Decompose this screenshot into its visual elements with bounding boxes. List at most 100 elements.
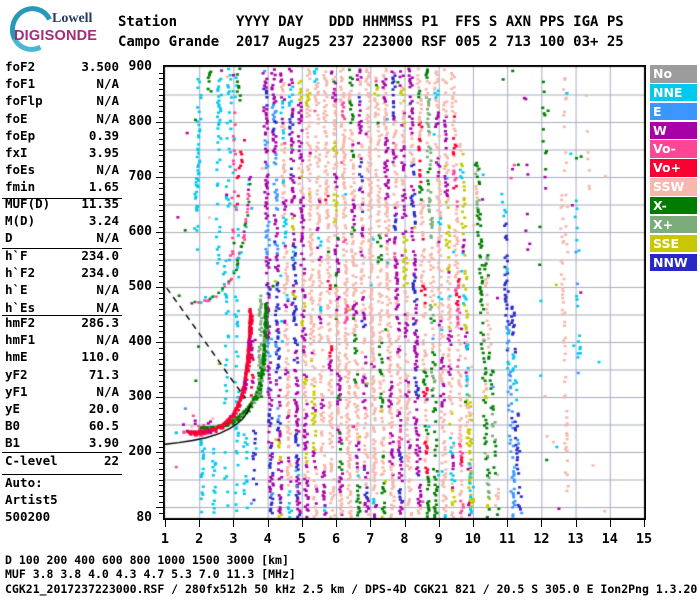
- y-axis-tick: [159, 204, 163, 206]
- param-label: foFlp: [5, 93, 43, 109]
- y-axis-tick: [159, 160, 163, 162]
- x-axis-label-5: 5: [297, 531, 306, 547]
- y-axis-tick: [159, 78, 163, 79]
- y-axis-tick: [159, 210, 163, 211]
- param-row-hmE: hmE 110.0: [5, 349, 119, 364]
- param-row-hmF1: hmF1 N/A: [5, 332, 119, 347]
- y-axis-tick: [159, 463, 163, 464]
- y-axis-tick: [159, 171, 163, 173]
- y-axis-tick: [159, 457, 163, 459]
- param-label: fmin: [5, 179, 36, 195]
- y-axis-tick: [159, 430, 163, 431]
- y-axis-tick: [159, 243, 163, 244]
- y-axis-tick: [159, 314, 163, 316]
- param-label: D: [5, 230, 13, 246]
- param-label: Artist5: [5, 492, 58, 508]
- y-axis-tick: [159, 237, 163, 239]
- y-axis-tick: [159, 199, 163, 200]
- param-row-Clevel: C-level 22: [5, 453, 119, 468]
- param-label: yF2: [5, 366, 28, 382]
- x-axis-label-8: 8: [400, 531, 409, 547]
- x-axis-label-7: 7: [366, 531, 375, 547]
- param-row-hE: h`E N/A: [5, 282, 119, 297]
- param-row-hF: h`F 234.0: [5, 248, 119, 263]
- param-label: h`F2: [5, 265, 36, 281]
- param-row-D: D N/A: [5, 230, 119, 245]
- param-row-B1: B1 3.90: [5, 435, 119, 450]
- y-axis-tick: [159, 111, 163, 112]
- y-axis-tick: [159, 419, 163, 420]
- digisonde-ionogram-screen: Lowell DIGISONDE Station YYYY DAY DDD HH…: [0, 0, 700, 600]
- y-axis-tick: [159, 490, 163, 492]
- panel-separator: [2, 314, 122, 316]
- y-axis-tick: [159, 281, 163, 283]
- param-row-Artist5: Artist5: [5, 492, 119, 507]
- legend-item-nnw: NNW: [650, 253, 697, 271]
- param-label: fxI: [5, 145, 28, 160]
- y-axis-tick: [159, 166, 163, 167]
- param-label: hmE: [5, 349, 28, 365]
- param-row-foFlp: foFlp N/A: [5, 93, 119, 108]
- y-axis-tick: [159, 144, 163, 145]
- param-label: C-level: [5, 453, 58, 468]
- x-axis-tick: [301, 520, 303, 527]
- param-value: 110.0: [81, 349, 119, 365]
- y-axis-tick: [159, 474, 163, 475]
- param-value: 3.95: [88, 145, 119, 160]
- x-axis-tick: [199, 520, 201, 527]
- y-axis-tick: [159, 149, 163, 151]
- param-value: 60.5: [88, 418, 119, 434]
- param-label: hmF2: [5, 315, 36, 330]
- param-label: foEp: [5, 127, 36, 143]
- param-value: N/A: [96, 93, 119, 109]
- param-row-MD: M(D) 3.24: [5, 213, 119, 228]
- param-row-yF1: yF1 N/A: [5, 384, 119, 399]
- param-label: foE: [5, 110, 28, 126]
- param-row-yE: yE 20.0: [5, 401, 119, 416]
- param-label: h`E: [5, 282, 28, 298]
- param-value: 0.39: [88, 127, 119, 143]
- param-row-B0: B0 60.5: [5, 418, 119, 433]
- x-axis-label-4: 4: [263, 531, 272, 547]
- legend-item-vo: Vo+: [650, 159, 697, 177]
- param-value: 234.0: [81, 265, 119, 281]
- y-axis-tick: [159, 221, 163, 222]
- y-axis-tick: [159, 358, 163, 360]
- y-axis-label-500: 500: [128, 279, 152, 294]
- y-axis-tick: [159, 138, 163, 140]
- x-axis-tick: [609, 520, 611, 527]
- y-axis-label-600: 600: [128, 224, 152, 239]
- header-column-titles: Station YYYY DAY DDD HHMMSS P1 FFS S AXN…: [118, 14, 624, 30]
- param-label: foF2: [5, 59, 36, 74]
- param-value: N/A: [96, 76, 119, 92]
- param-row-fmin: fmin 1.65: [5, 179, 119, 194]
- x-axis-tick: [438, 520, 440, 527]
- y-axis-tick: [159, 413, 163, 415]
- y-axis-tick: [159, 336, 163, 338]
- x-axis-label-2: 2: [195, 531, 204, 547]
- y-axis-tick: [159, 270, 163, 272]
- legend-item-sse: SSE: [650, 234, 697, 253]
- panel-separator: [2, 247, 122, 249]
- y-axis-tick: [159, 248, 163, 250]
- y-axis-tick: [156, 342, 163, 343]
- legend-item-e: E: [650, 102, 697, 121]
- muf-row: MUF 3.8 3.8 4.0 4.3 4.7 5.3 7.0 11.3 [MH…: [5, 567, 296, 581]
- legend-item-ssw: SSW: [650, 178, 697, 196]
- y-axis-label-300: 300: [128, 389, 152, 404]
- y-axis-tick: [159, 89, 163, 90]
- distance-row: D 100 200 400 600 800 1000 1500 3000 [km…: [5, 553, 289, 567]
- y-axis-tick: [159, 276, 163, 277]
- param-row-500200: 500200: [5, 509, 119, 524]
- x-axis-tick: [267, 520, 269, 527]
- x-axis-tick: [507, 520, 509, 527]
- param-row-foEp: foEp 0.39: [5, 128, 119, 143]
- y-axis-label-200: 200: [128, 444, 152, 459]
- param-label: M(D): [5, 213, 36, 229]
- y-axis-tick: [159, 331, 163, 332]
- y-axis-tick: [159, 375, 163, 376]
- param-row-hEs: h`Es N/A: [5, 300, 119, 315]
- y-axis-tick: [159, 402, 163, 404]
- param-label: 500200: [5, 509, 51, 525]
- y-axis-tick: [159, 83, 163, 85]
